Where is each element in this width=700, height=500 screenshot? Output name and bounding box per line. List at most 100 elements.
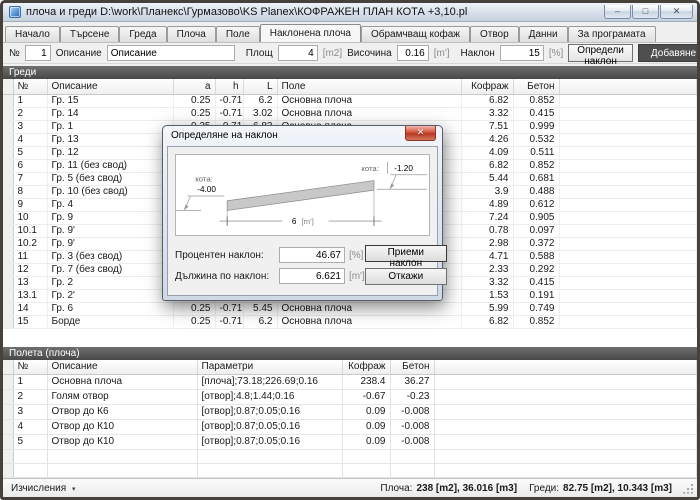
cell-beton: 0.415 — [513, 107, 559, 120]
column-header-params[interactable]: Параметри — [197, 360, 342, 375]
close-button[interactable]: ✕ — [660, 5, 693, 19]
column-header-a[interactable]: a — [173, 79, 215, 94]
column-header-no[interactable]: № — [13, 79, 47, 94]
tab-4[interactable]: Поле — [216, 26, 260, 42]
dialog-close-button[interactable]: ✕ — [405, 126, 436, 141]
table-row[interactable] — [3, 464, 697, 478]
cell-no: 13 — [13, 276, 47, 289]
row-selector[interactable] — [3, 390, 13, 405]
tab-9[interactable]: За програмата — [568, 26, 656, 42]
tab-2[interactable]: Греда — [119, 26, 166, 42]
table-row[interactable]: 1Основна плоча[плоча];73.18;226.69;0.162… — [3, 375, 697, 390]
cell-desc: Гр. 1 — [47, 120, 173, 133]
row-selector[interactable] — [3, 146, 13, 159]
table-row[interactable]: 2Голям отвор[отвор];4.8;1.44;0.16-0.67-0… — [3, 390, 697, 405]
table-row[interactable] — [3, 450, 697, 464]
cell-desc: Гр. 2' — [47, 289, 173, 302]
add-button[interactable]: Добавяне — [638, 44, 700, 62]
cell-filler — [559, 185, 697, 198]
slab-total-value: 238 [m2], 36.016 [m3] — [416, 483, 517, 494]
table-row[interactable]: 14Гр. 60.25-0.715.45Основна плоча5.990.7… — [3, 302, 697, 315]
maximize-button[interactable]: □ — [632, 5, 659, 19]
table-row[interactable]: 5Отвор до К10[отвор];0.87;0.05;0.160.09-… — [3, 435, 697, 450]
column-header-l[interactable]: L — [243, 79, 277, 94]
define-slope-button[interactable]: Определи наклон — [568, 44, 633, 62]
row-selector[interactable] — [3, 133, 13, 146]
area-input[interactable] — [278, 45, 318, 61]
table-row[interactable]: 4Отвор до К10[отвор];0.87;0.05;0.160.09-… — [3, 420, 697, 435]
row-selector[interactable] — [3, 302, 13, 315]
accept-slope-button[interactable]: Приеми наклон — [365, 245, 447, 262]
percent-slope-unit: [%] — [349, 250, 363, 261]
row-selector[interactable] — [3, 435, 13, 450]
cancel-button[interactable]: Откажи — [365, 268, 447, 285]
row-selector[interactable] — [3, 94, 13, 107]
row-selector[interactable] — [3, 211, 13, 224]
row-selector[interactable] — [3, 107, 13, 120]
column-header-kofraj[interactable]: Кофраж — [461, 79, 513, 94]
calculations-menu[interactable]: Изчисления ▾ — [11, 483, 75, 494]
column-header-no[interactable]: № — [13, 360, 47, 375]
cell-no: 10.2 — [13, 237, 47, 250]
app-window: плоча и греди D:\work\Планекс\Гурмазово\… — [0, 0, 700, 500]
table-row[interactable]: 1Гр. 150.25-0.716.2Основна плоча6.820.85… — [3, 94, 697, 107]
row-selector[interactable] — [3, 159, 13, 172]
minimize-button[interactable]: – — [604, 5, 631, 19]
row-selector[interactable] — [3, 172, 13, 185]
tab-7[interactable]: Отвор — [470, 26, 519, 42]
cell-filler — [559, 172, 697, 185]
kota-right-value: -1.20 — [394, 164, 413, 173]
row-selector[interactable] — [3, 250, 13, 263]
row-selector[interactable] — [3, 315, 13, 328]
tab-1[interactable]: Търсене — [60, 26, 120, 42]
tab-5[interactable]: Наклонена плоча — [260, 24, 361, 42]
cell-desc: Гр. 10 (без свод) — [47, 185, 173, 198]
row-selector[interactable] — [3, 405, 13, 420]
percent-slope-input[interactable] — [279, 247, 345, 263]
column-header-kofraj[interactable]: Кофраж — [342, 360, 390, 375]
row-selector[interactable] — [3, 198, 13, 211]
tab-6[interactable]: Обрамчващ кофаж — [361, 26, 470, 42]
row-selector[interactable] — [3, 289, 13, 302]
cell-filler — [434, 375, 697, 390]
row-selector[interactable] — [3, 464, 13, 478]
column-header-desc[interactable]: Описание — [47, 79, 173, 94]
column-header-desc[interactable]: Описание — [47, 360, 197, 375]
column-header-pole[interactable]: Поле — [277, 79, 461, 94]
tab-3[interactable]: Плоча — [167, 26, 216, 42]
row-selector[interactable] — [3, 185, 13, 198]
cell-kofraj: 1.53 — [461, 289, 513, 302]
column-header-filler — [559, 79, 697, 94]
row-selector[interactable] — [3, 375, 13, 390]
cell-params: [отвор];0.87;0.05;0.16 — [197, 405, 342, 420]
row-selector[interactable] — [3, 450, 13, 464]
slope-length-input[interactable] — [279, 268, 345, 284]
cell-desc: Отвор до К10 — [47, 420, 197, 435]
tab-8[interactable]: Данни — [519, 26, 568, 42]
row-selector[interactable] — [3, 224, 13, 237]
cell-beton: -0.008 — [390, 435, 434, 450]
resize-grip[interactable] — [682, 483, 693, 494]
number-input[interactable] — [25, 45, 51, 61]
height-input[interactable] — [397, 45, 429, 61]
description-input[interactable] — [107, 45, 235, 61]
dialog-title: Определяне на наклон — [167, 126, 278, 146]
tab-0[interactable]: Начало — [5, 26, 60, 42]
column-header-beton[interactable]: Бетон — [390, 360, 434, 375]
row-selector[interactable] — [3, 276, 13, 289]
table-row[interactable]: 3Отвор до К6[отвор];0.87;0.05;0.160.09-0… — [3, 405, 697, 420]
column-header-h[interactable]: h — [215, 79, 243, 94]
row-selector[interactable] — [3, 120, 13, 133]
table-row[interactable]: 15Борде0.25-0.716.2Основна плоча6.820.85… — [3, 315, 697, 328]
cell-kofraj: 3.9 — [461, 185, 513, 198]
cell-no: 10 — [13, 211, 47, 224]
cell-filler — [434, 435, 697, 450]
row-selector[interactable] — [3, 263, 13, 276]
cell-desc: Гр. 7 (без свод) — [47, 263, 173, 276]
row-selector[interactable] — [3, 420, 13, 435]
row-selector[interactable] — [3, 237, 13, 250]
slope-input[interactable] — [500, 45, 544, 61]
table-row[interactable]: 2Гр. 140.25-0.713.02Основна плоча3.320.4… — [3, 107, 697, 120]
column-header-beton[interactable]: Бетон — [513, 79, 559, 94]
cell-filler — [434, 405, 697, 420]
